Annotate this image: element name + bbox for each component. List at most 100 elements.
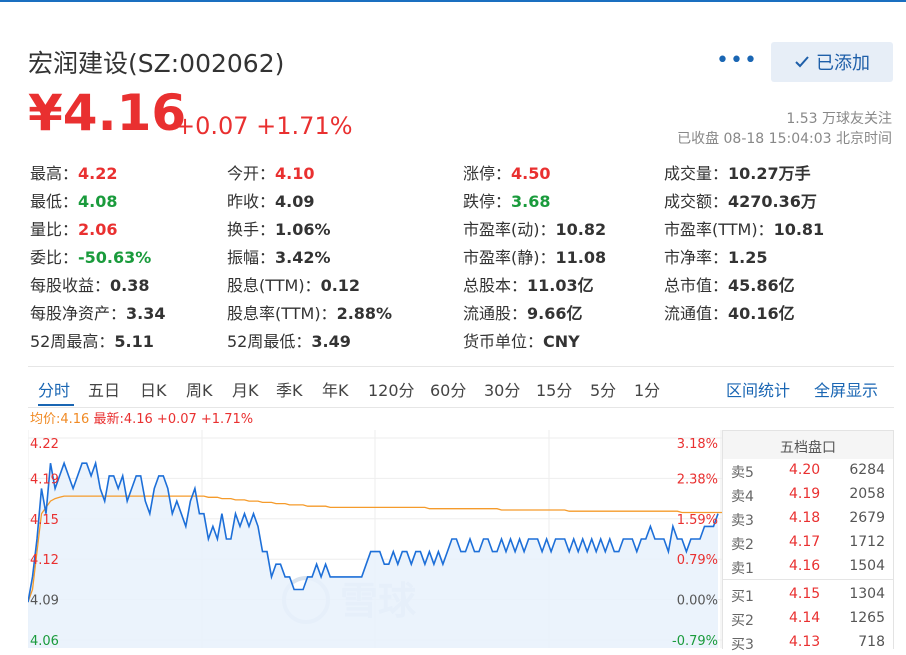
stat-item: 流通值：40.16亿: [664, 300, 795, 324]
stat-item: 股息(TTM)：0.12: [227, 272, 360, 296]
order-volume: 2058: [849, 486, 885, 502]
price-change: +0.07 +1.71%: [175, 112, 353, 140]
order-volume: 1712: [849, 534, 885, 550]
order-label: 买3: [731, 637, 754, 653]
stat-value: 3.42%: [275, 248, 331, 267]
stat-label: 振幅：: [227, 248, 276, 267]
order-label: 卖2: [731, 537, 754, 553]
stat-item: 市盈率(TTM)：10.81: [664, 216, 824, 240]
chart-tabs: 分时 五日 日K 周K 月K 季K 年K 120分 60分 30分 15分 5分 1分 区间统计 全屏显示: [28, 366, 894, 408]
active-tab-underline: [38, 404, 74, 406]
more-options-button[interactable]: •••: [716, 48, 758, 73]
stat-value: 4.08: [78, 192, 118, 211]
stat-item: 振幅：3.42%: [227, 244, 331, 268]
order-price: 4.20: [789, 462, 821, 478]
y-tick-left: 4.19: [30, 472, 59, 487]
order-price: 4.15: [789, 586, 821, 602]
y-tick-right: 1.59%: [677, 513, 718, 528]
stat-label: 总股本：: [463, 276, 528, 295]
stat-label: 市盈率(静)：: [463, 248, 556, 267]
tab-7[interactable]: 120分: [368, 377, 415, 401]
followers-count: 1.53 万球友关注: [786, 111, 892, 127]
tab-10[interactable]: 15分: [536, 377, 572, 401]
range-stats-link[interactable]: 区间统计: [726, 377, 790, 401]
order-book-row: 卖5 4.20 6284: [723, 459, 893, 483]
stat-label: 流通值：: [664, 304, 729, 323]
stat-value: -50.63%: [78, 248, 152, 267]
stat-value: 0.12: [320, 276, 361, 295]
stat-item: 52周最高：5.11: [30, 328, 154, 352]
chart-legend: 均价:4.16 最新:4.16 +0.07 +1.71%: [30, 408, 253, 427]
order-label: 买2: [731, 613, 754, 629]
added-to-watchlist-button[interactable]: 已添加: [771, 42, 893, 82]
stat-item: 市盈率(静)：11.08: [463, 244, 606, 268]
stat-label: 市净率：: [664, 248, 729, 267]
stat-label: 市盈率(动)：: [463, 220, 556, 239]
tab-5[interactable]: 季K: [276, 377, 303, 401]
added-label: 已添加: [816, 53, 870, 74]
y-tick-right: -0.79%: [672, 634, 718, 648]
stat-value: 2.88%: [336, 304, 393, 323]
stat-item: 每股收益：0.38: [30, 272, 150, 296]
stat-label: 最高：: [30, 164, 79, 183]
stat-item: 每股净资产：3.34: [30, 300, 166, 324]
stat-label: 52周最低：: [227, 332, 312, 351]
y-tick-right: 0.79%: [677, 553, 718, 568]
stat-item: 成交量：10.27万手: [664, 160, 811, 184]
stat-label: 委比：: [30, 248, 79, 267]
stat-value: 4.50: [511, 164, 551, 183]
tab-12[interactable]: 1分: [634, 377, 660, 401]
order-book-divider: [723, 579, 893, 580]
stat-item: 市盈率(动)：10.82: [463, 216, 606, 240]
stat-item: 流通股：9.66亿: [463, 300, 583, 324]
order-volume: 1304: [849, 586, 885, 602]
y-tick-right: 2.38%: [677, 472, 718, 487]
tab-0[interactable]: 分时: [38, 377, 70, 401]
tab-11[interactable]: 5分: [590, 377, 616, 401]
order-volume: 2679: [849, 510, 885, 526]
stat-label: 昨收：: [227, 192, 276, 211]
y-tick-right: 0.00%: [677, 594, 718, 609]
stat-value: 3.34: [126, 304, 166, 323]
order-book-row: 买1 4.15 1304: [723, 583, 893, 607]
stat-value: 4.22: [78, 164, 118, 183]
stat-value: 10.82: [555, 220, 607, 239]
stat-label: 市盈率(TTM)：: [664, 220, 774, 239]
stat-value: 45.86亿: [728, 276, 795, 295]
tab-9[interactable]: 30分: [484, 377, 520, 401]
tab-1[interactable]: 五日: [88, 377, 120, 401]
order-label: 卖1: [731, 561, 754, 577]
stat-value: CNY: [543, 332, 580, 351]
stat-label: 每股净资产：: [30, 304, 127, 323]
tab-2[interactable]: 日K: [140, 377, 167, 401]
order-book-row: 卖4 4.19 2058: [723, 483, 893, 507]
stat-value: 1.25: [728, 248, 768, 267]
stat-value: 11.08: [555, 248, 607, 267]
order-label: 买1: [731, 589, 754, 605]
order-price: 4.14: [789, 610, 821, 626]
stat-item: 量比：2.06: [30, 216, 118, 240]
order-volume: 1265: [849, 610, 885, 626]
tab-8[interactable]: 60分: [430, 377, 466, 401]
order-price: 4.18: [789, 510, 821, 526]
stat-item: 最高：4.22: [30, 160, 118, 184]
order-book: 五档盘口 卖5 4.20 6284 卖4 4.19 2058 卖3 4.18 2679 卖2 4.1…: [722, 430, 894, 653]
stat-value: 10.81: [773, 220, 825, 239]
stat-label: 跌停：: [463, 192, 512, 211]
tab-6[interactable]: 年K: [322, 377, 349, 401]
tab-3[interactable]: 周K: [186, 377, 213, 401]
fullscreen-link[interactable]: 全屏显示: [814, 377, 878, 401]
order-book-row: 卖2 4.17 1712: [723, 531, 893, 555]
stat-label: 今开：: [227, 164, 276, 183]
stat-item: 换手：1.06%: [227, 216, 331, 240]
order-book-row: 买3 4.13 718: [723, 631, 893, 655]
stat-label: 总市值：: [664, 276, 729, 295]
intraday-chart[interactable]: 雪球4.224.194.154.124.094.063.18%2.38%1.59…: [28, 430, 722, 648]
order-price: 4.16: [789, 558, 821, 574]
stat-item: 委比：-50.63%: [30, 244, 151, 268]
y-tick-left: 4.15: [30, 513, 59, 528]
stat-label: 股息(TTM)：: [227, 276, 321, 295]
checkmark-icon: [795, 56, 809, 68]
tab-4[interactable]: 月K: [232, 377, 259, 401]
stat-item: 总市值：45.86亿: [664, 272, 795, 296]
